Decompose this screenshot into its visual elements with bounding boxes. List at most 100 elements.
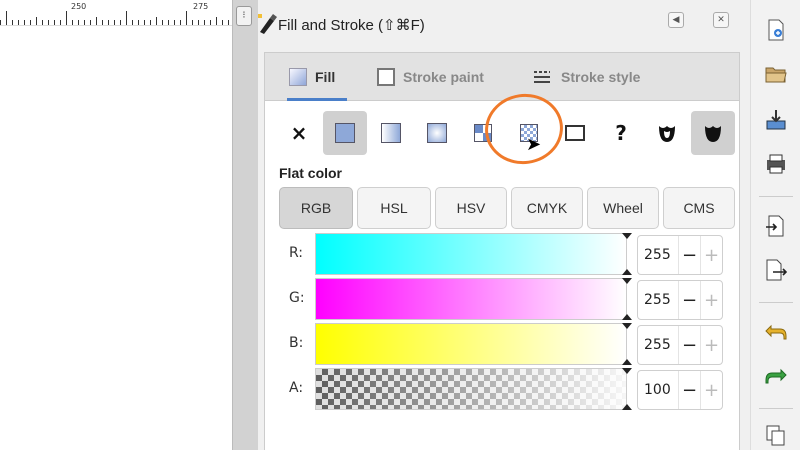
alpha-slider-handle-top[interactable] [622,368,632,374]
blue-slider[interactable] [315,323,632,365]
red-slider-handle-top[interactable] [622,233,632,239]
red-decrement-button[interactable]: − [678,236,700,274]
red-spinbox[interactable]: 255 − + [637,235,723,275]
pattern-button[interactable] [507,111,551,155]
print-icon[interactable] [764,152,788,176]
dialog-header: Fill and Stroke (⇧⌘F) ◀ ✕ [258,0,750,48]
blue-increment-button[interactable]: + [700,326,722,364]
ruler-tick [192,20,193,25]
linear-gradient-icon [381,123,401,143]
ruler-label: 250 [71,2,87,11]
blue-spinbox[interactable]: 255 − + [637,325,723,365]
red-value[interactable]: 255 [638,247,678,263]
tab-stroke-paint-label: Stroke paint [403,69,484,85]
mode-wheel[interactable]: Wheel [587,187,659,229]
ruler-tick [12,20,13,25]
red-increment-button[interactable]: + [700,236,722,274]
swatch-button[interactable] [553,111,597,155]
ruler-tick [96,17,97,25]
color-mode-selector: RGB HSL HSV CMYK Wheel CMS [279,187,735,229]
blue-decrement-button[interactable]: − [678,326,700,364]
green-channel-row: G: 255 − + [279,278,729,322]
ruler-tick [126,11,127,25]
ruler-tick [186,11,187,25]
import-icon[interactable] [764,108,788,132]
paint-type-row: × ? [277,111,737,155]
mesh-gradient-button[interactable] [461,111,505,155]
ruler-tick [138,20,139,25]
alpha-slider-handle-bottom[interactable] [622,404,632,410]
radial-gradient-button[interactable] [415,111,459,155]
red-channel-row: R: 255 − + [279,233,729,277]
green-increment-button[interactable]: + [700,281,722,319]
tab-stroke-style[interactable]: Stroke style [531,53,640,101]
swatch-icon [565,125,585,141]
red-slider-handle-bottom[interactable] [622,269,632,275]
green-spinbox[interactable]: 255 − + [637,280,723,320]
green-value[interactable]: 255 [638,292,678,308]
export-document-icon[interactable] [764,258,788,282]
flat-color-label: Flat color [279,165,343,181]
alpha-value[interactable]: 100 [638,382,678,398]
tab-bar: Fill Stroke paint Stroke style [265,53,739,101]
no-paint-button[interactable]: × [277,111,321,155]
ruler-tick [114,20,115,25]
brush-icon [258,14,277,34]
open-folder-icon[interactable] [764,62,788,86]
ruler-tick [210,20,211,25]
ruler-tick [54,20,55,25]
green-decrement-button[interactable]: − [678,281,700,319]
green-slider[interactable] [315,278,632,320]
blue-slider-handle-bottom[interactable] [622,359,632,365]
linear-gradient-button[interactable] [369,111,413,155]
green-slider-handle-top[interactable] [622,278,632,284]
close-icon[interactable]: ✕ [713,12,729,28]
fill-panel: Fill Stroke paint Stroke style × ? Flat … [264,52,740,450]
alpha-slider[interactable] [315,368,632,410]
toolbar-separator [759,196,793,197]
canvas-area[interactable]: 250 275 [0,0,232,450]
alpha-increment-button[interactable]: + [700,371,722,409]
alpha-spinbox[interactable]: 100 − + [637,370,723,410]
blue-label: B: [289,335,304,351]
ruler-tick [108,20,109,25]
alpha-channel-row: A: 100 − + [279,368,729,412]
mode-cmyk[interactable]: CMYK [511,187,583,229]
mode-hsl[interactable]: HSL [357,187,431,229]
mode-rgb[interactable]: RGB [279,187,353,229]
ruler-tick [168,20,169,25]
ruler-tick [162,20,163,25]
fill-rule-nonzero-button[interactable] [691,111,735,155]
undo-icon[interactable] [764,320,788,344]
ruler-tick [90,20,91,25]
blue-slider-handle-top[interactable] [622,323,632,329]
red-slider[interactable] [315,233,632,275]
ruler-tick [48,20,49,25]
flat-color-icon [335,123,355,143]
ruler-tick [156,17,157,25]
ruler-tick [198,20,199,25]
dialog-menu-button[interactable]: ◀ [668,12,684,28]
ruler-label: 275 [193,2,209,11]
collapse-dock-button[interactable]: ⁝ [236,6,252,26]
blue-channel-row: B: 255 − + [279,323,729,367]
copy-icon[interactable] [764,424,788,448]
tab-fill[interactable]: Fill [286,53,348,101]
mode-cms[interactable]: CMS [663,187,735,229]
alpha-decrement-button[interactable]: − [678,371,700,409]
unset-paint-button[interactable]: ? [599,111,643,155]
fill-rule-evenodd-button[interactable] [645,111,689,155]
fill-rule-evenodd-icon [659,126,675,142]
redo-icon[interactable] [764,364,788,388]
ruler-tick [216,17,217,25]
ruler-tick [24,20,25,25]
green-slider-handle-bottom[interactable] [622,314,632,320]
blue-value[interactable]: 255 [638,337,678,353]
flat-color-button[interactable] [323,111,367,155]
mode-hsv[interactable]: HSV [435,187,507,229]
import-document-icon[interactable] [764,214,788,238]
horizontal-ruler: 250 275 [0,0,232,26]
ruler-tick [174,20,175,25]
new-document-icon[interactable] [764,18,788,42]
tab-stroke-paint[interactable]: Stroke paint [377,53,484,101]
